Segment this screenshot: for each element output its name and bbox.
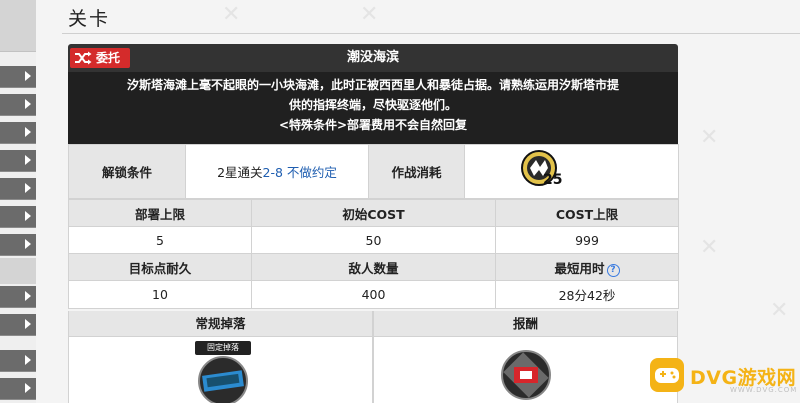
stat-header-initial-cost: 初始COST (251, 199, 496, 227)
sanity-cost-cell: 25 (464, 144, 679, 199)
drops-section: 常规掉落 固定掉落 报酬 (68, 311, 678, 403)
rail-nav-item[interactable] (0, 206, 36, 228)
fastest-time-label: 最短用时 (554, 260, 605, 276)
reward-item-icon[interactable] (498, 341, 554, 403)
background-pattern: ✕ (360, 2, 379, 27)
gamepad-icon (650, 358, 684, 392)
rail-nav-item[interactable] (0, 286, 36, 308)
chevron-right-icon (25, 239, 31, 249)
normal-drops-column: 常规掉落 固定掉落 (68, 311, 373, 403)
chevron-right-icon (25, 355, 31, 365)
chevron-right-icon (25, 383, 31, 393)
stage-card: 委托 潮没海滨 汐斯塔海滩上毫不起眼的一小块海滩，此时正被西西里人和暴徒占据。请… (68, 44, 679, 309)
background-pattern: ✕ (770, 298, 789, 323)
sanity-icon: 25 (519, 148, 567, 196)
title-divider (62, 33, 800, 34)
stage-header: 委托 潮没海滨 (68, 44, 678, 72)
help-icon[interactable]: ? (606, 263, 620, 277)
rail-nav-item[interactable] (0, 314, 36, 336)
stage-type-badge: 委托 (70, 48, 130, 68)
sanity-cost-value: 25 (543, 171, 563, 188)
chevron-right-icon (25, 99, 31, 109)
page-title: 关卡 (68, 8, 111, 30)
stat-value-deploy-limit: 5 (68, 226, 252, 254)
rail-divider (0, 258, 36, 284)
stats-table: 部署上限 初始COST COST上限 5 50 999 目标点耐久 敌人数量 最… (68, 199, 679, 309)
description-line: 供的指挥终端，尽快驱逐他们。 (288, 98, 457, 112)
stat-header-fastest-time: 最短用时? (495, 253, 679, 281)
chevron-right-icon (25, 291, 31, 301)
rail-nav-item[interactable] (0, 178, 36, 200)
stat-value-enemy-count: 400 (251, 280, 496, 309)
unlock-suffix-link[interactable]: 不做约定 (287, 165, 337, 180)
rail-nav-item[interactable] (0, 234, 36, 256)
stat-value-cost-limit: 999 (495, 226, 679, 254)
rail-nav-item[interactable] (0, 66, 36, 88)
watermark-url: WWW.DVG.COM (730, 386, 798, 394)
fixed-drop-badge: 固定掉落 (195, 341, 251, 355)
background-pattern: ✕ (222, 2, 241, 27)
stage-info-table: 解锁条件 2星通关2-8 不做约定 作战消耗 25 (68, 144, 679, 199)
chevron-right-icon (25, 319, 31, 329)
unlock-prefix: 2星通关 (217, 165, 263, 180)
rewards-header: 报酬 (374, 311, 677, 337)
unlock-condition-label: 解锁条件 (68, 144, 186, 199)
stat-value-initial-cost: 50 (251, 226, 496, 254)
chevron-right-icon (25, 183, 31, 193)
normal-drops-header: 常规掉落 (69, 311, 372, 337)
rail-nav-item[interactable] (0, 350, 36, 372)
left-nav-rail (0, 0, 36, 403)
shuffle-icon (75, 51, 92, 65)
chevron-right-icon (25, 127, 31, 137)
stage-name: 潮没海滨 (346, 50, 399, 65)
chevron-right-icon (25, 211, 31, 221)
unlock-stage-link[interactable]: 2-8 (263, 165, 283, 180)
stat-header-target-durability: 目标点耐久 (68, 253, 252, 281)
rewards-column: 报酬 (373, 311, 678, 403)
watermark-logo: DVG游戏网 WWW.DVG.COM (650, 356, 800, 396)
background-pattern: ✕ (700, 235, 719, 260)
rail-nav-item[interactable] (0, 122, 36, 144)
chevron-right-icon (25, 71, 31, 81)
rail-nav-item[interactable] (0, 378, 36, 400)
chevron-right-icon (25, 155, 31, 165)
special-condition: <特殊条件>部署费用不会自然回复 (278, 118, 468, 132)
rail-nav-item[interactable] (0, 94, 36, 116)
unlock-condition-value: 2星通关2-8 不做约定 (185, 144, 369, 199)
cost-label: 作战消耗 (368, 144, 465, 199)
rail-header (0, 0, 36, 52)
stat-header-enemy-count: 敌人数量 (251, 253, 496, 281)
stat-value-fastest-time: 28分42秒 (495, 280, 679, 309)
stat-header-deploy-limit: 部署上限 (68, 199, 252, 227)
fixed-drop-item[interactable]: 固定掉落 (195, 341, 251, 403)
stage-type-label: 委托 (96, 51, 121, 65)
rail-nav-item[interactable] (0, 150, 36, 172)
stage-description: 汐斯塔海滩上毫不起眼的一小块海滩，此时正被西西里人和暴徒占据。请熟练运用汐斯塔市… (68, 72, 678, 144)
stat-value-target-durability: 10 (68, 280, 252, 309)
description-line: 汐斯塔海滩上毫不起眼的一小块海滩，此时正被西西里人和暴徒占据。请熟练运用汐斯塔市… (126, 78, 619, 92)
stat-header-cost-limit: COST上限 (495, 199, 679, 227)
background-pattern: ✕ (700, 125, 719, 150)
